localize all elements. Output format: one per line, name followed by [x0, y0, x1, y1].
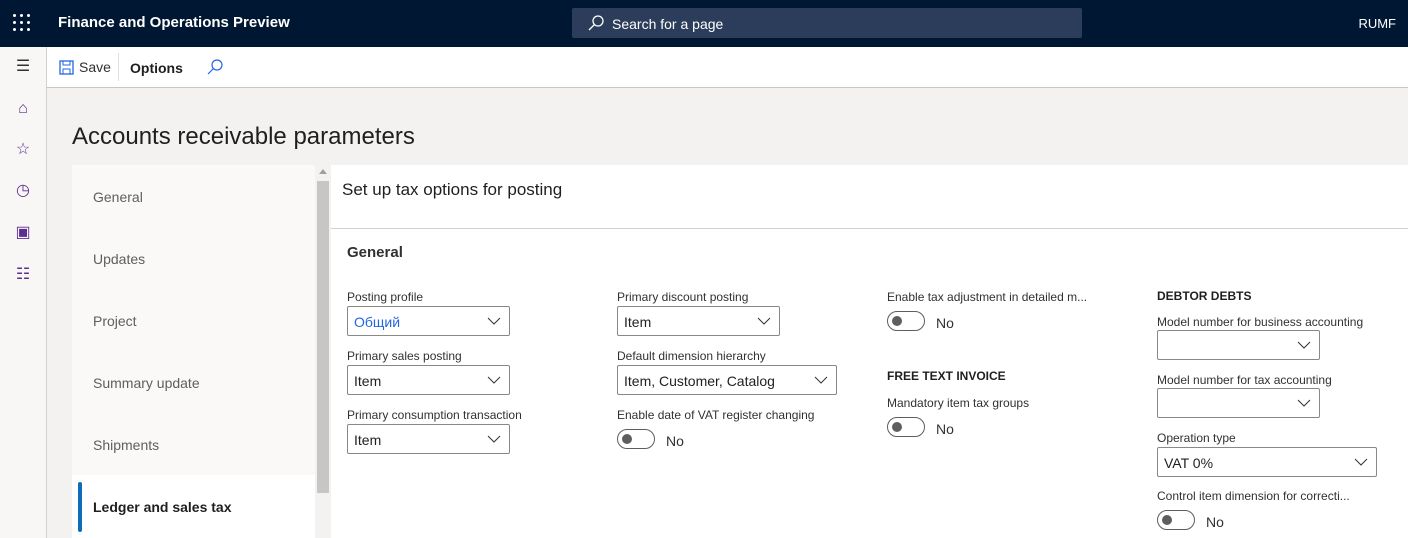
save-button[interactable]: Save [59, 59, 111, 75]
model-tax-select[interactable] [1157, 388, 1320, 418]
default-dimension-value: Item, Customer, Catalog [624, 373, 775, 389]
save-icon [59, 59, 74, 75]
group-title: General [347, 244, 403, 261]
nav-item-ledger-sales-tax[interactable]: Ledger and sales tax [93, 499, 232, 515]
divider [331, 228, 1408, 229]
enable-tax-adjustment-value: No [936, 315, 954, 331]
chevron-down-icon [1354, 458, 1368, 466]
save-label: Save [79, 59, 111, 75]
chevron-down-icon [757, 317, 771, 325]
chevron-down-icon [814, 376, 828, 384]
operation-type-select[interactable]: VAT 0% [1157, 447, 1377, 477]
star-icon[interactable]: ☆ [13, 140, 33, 160]
search-icon [588, 15, 604, 31]
scrollbar-thumb[interactable] [317, 181, 329, 493]
primary-consumption-select[interactable]: Item [347, 424, 510, 454]
model-tax-label: Model number for tax accounting [1157, 373, 1332, 387]
search-icon[interactable] [207, 59, 223, 75]
modules-list-icon[interactable]: ☷ [13, 265, 33, 285]
primary-consumption-value: Item [354, 432, 382, 448]
app-launcher-icon[interactable] [13, 14, 31, 32]
chevron-down-icon [487, 317, 501, 325]
enable-vat-date-value: No [666, 433, 684, 449]
default-dimension-select[interactable]: Item, Customer, Catalog [617, 365, 837, 395]
home-icon[interactable]: ⌂ [13, 99, 33, 119]
operation-type-value: VAT 0% [1164, 455, 1214, 471]
primary-sales-posting-value: Item [354, 373, 382, 389]
control-item-dimension-label: Control item dimension for correcti... [1157, 489, 1350, 503]
primary-discount-label: Primary discount posting [617, 290, 749, 304]
nav-item-updates[interactable]: Updates [93, 251, 145, 267]
control-item-dimension-value: No [1206, 514, 1224, 530]
mandatory-tax-groups-toggle[interactable] [887, 417, 925, 437]
search-box[interactable]: Search for a page [572, 8, 1082, 38]
nav-item-general[interactable]: General [93, 189, 143, 205]
app-title: Finance and Operations Preview [58, 14, 290, 31]
posting-profile-label: Posting profile [347, 290, 424, 304]
posting-profile-select[interactable]: Общий [347, 306, 510, 336]
chevron-down-icon [487, 376, 501, 384]
chevron-down-icon [1297, 399, 1311, 407]
operation-type-label: Operation type [1157, 431, 1236, 445]
debtor-debts-header: DEBTOR DEBTS [1157, 289, 1252, 303]
free-text-invoice-header: FREE TEXT INVOICE [887, 369, 1006, 383]
action-pane: Save Options [47, 47, 1408, 88]
page-title: Accounts receivable parameters [72, 123, 415, 150]
posting-profile-value: Общий [354, 314, 401, 330]
chevron-down-icon [487, 435, 501, 443]
hamburger-menu-icon[interactable]: ☰ [13, 57, 33, 77]
primary-sales-posting-select[interactable]: Item [347, 365, 510, 395]
parameters-nav: General Updates Project Summary update S… [72, 165, 315, 538]
control-item-dimension-toggle[interactable] [1157, 510, 1195, 530]
primary-consumption-label: Primary consumption transaction [347, 408, 522, 422]
mandatory-tax-groups-label: Mandatory item tax groups [887, 396, 1030, 410]
model-business-label: Model number for business accounting [1157, 315, 1364, 329]
primary-sales-posting-label: Primary sales posting [347, 349, 462, 363]
section-title: Set up tax options for posting [342, 180, 563, 199]
mandatory-tax-groups-value: No [936, 421, 954, 437]
enable-vat-date-toggle[interactable] [617, 429, 655, 449]
selected-indicator [78, 482, 82, 532]
search-placeholder: Search for a page [612, 16, 724, 32]
nav-item-project[interactable]: Project [93, 313, 137, 329]
nav-rail: ☰ ⌂ ☆ ◷ ▣ ☷ [0, 47, 47, 538]
enable-tax-adjustment-toggle[interactable] [887, 311, 925, 331]
options-button[interactable]: Options [130, 60, 183, 76]
workspaces-icon[interactable]: ▣ [13, 223, 33, 243]
nav-item-summary-update[interactable]: Summary update [93, 375, 200, 391]
chevron-down-icon [1297, 341, 1311, 349]
enable-tax-adjustment-label: Enable tax adjustment in detailed m... [887, 290, 1088, 304]
primary-discount-select[interactable]: Item [617, 306, 780, 336]
top-bar: Finance and Operations Preview Search fo… [0, 0, 1408, 47]
recent-clock-icon[interactable]: ◷ [13, 181, 33, 201]
default-dimension-label: Default dimension hierarchy [617, 349, 766, 363]
model-business-select[interactable] [1157, 330, 1320, 360]
toolbar-divider [118, 53, 119, 81]
user-company[interactable]: RUMF [1358, 16, 1396, 31]
nav-item-shipments[interactable]: Shipments [93, 437, 159, 453]
enable-vat-date-label: Enable date of VAT register changing [617, 408, 815, 422]
scroll-up-arrow-icon[interactable] [319, 169, 327, 174]
primary-discount-value: Item [624, 314, 652, 330]
